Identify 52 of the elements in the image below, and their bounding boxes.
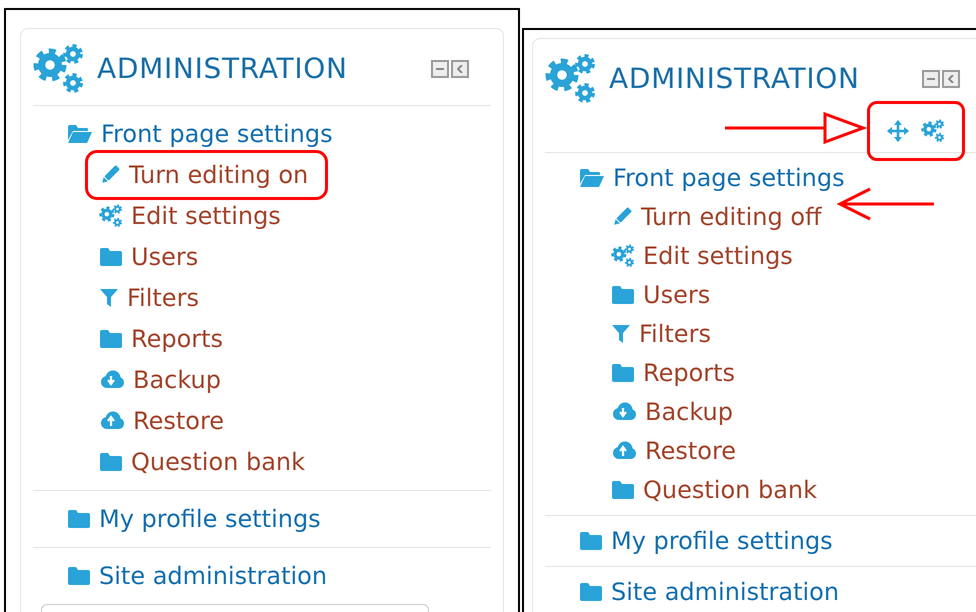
settings-link[interactable]: Filters (639, 316, 711, 352)
pencil-icon (611, 206, 633, 228)
section-link[interactable]: Site administration (99, 558, 328, 594)
filter-icon (99, 286, 119, 308)
block-title: ADMINISTRATION (97, 51, 348, 87)
dock-button[interactable] (451, 60, 469, 78)
settings-link[interactable]: Restore (645, 432, 736, 468)
settings-link[interactable]: Question bank (643, 472, 818, 508)
settings-link[interactable]: Users (643, 276, 710, 312)
gears-icon (611, 244, 635, 268)
cloud-upload-icon (99, 410, 125, 432)
folder-icon (611, 480, 635, 500)
left-caret-icon (457, 65, 463, 73)
minus-icon (436, 68, 444, 70)
filter-icon (611, 322, 631, 344)
settings-link[interactable]: Edit settings (131, 198, 281, 234)
settings-link[interactable]: Question bank (131, 444, 306, 480)
settings-link[interactable]: Turn editing off (641, 198, 822, 234)
pencil-icon (99, 164, 121, 186)
settings-link[interactable]: Users (131, 238, 198, 274)
gears-icon (33, 43, 85, 95)
gears-icon (99, 204, 123, 228)
settings-link[interactable]: Reports (131, 320, 224, 356)
settings-link[interactable]: Edit settings (643, 238, 793, 274)
minimize-button[interactable] (431, 60, 449, 78)
cloud-download-icon (611, 400, 637, 422)
minimize-button[interactable] (922, 70, 940, 88)
dock-button[interactable] (942, 70, 960, 88)
settings-link[interactable]: Restore (133, 402, 224, 438)
settings-link[interactable]: Backup (133, 362, 221, 398)
section-link[interactable]: Front page settings (613, 160, 845, 196)
left-caret-icon (948, 75, 954, 83)
folder-icon (99, 246, 123, 266)
section-link[interactable]: Front page settings (101, 116, 333, 152)
section-link[interactable]: Site administration (611, 574, 840, 610)
folder-icon (99, 328, 123, 348)
settings-link[interactable]: Backup (645, 394, 733, 430)
move-icon[interactable] (887, 120, 909, 142)
settings-link[interactable]: Turn editing on (129, 156, 308, 192)
gears-icon (545, 53, 597, 105)
minus-icon (926, 78, 935, 80)
section-link[interactable]: My profile settings (99, 501, 321, 537)
settings-link[interactable]: Filters (127, 280, 199, 316)
block-title: ADMINISTRATION (609, 61, 860, 97)
section-link[interactable]: My profile settings (611, 523, 833, 559)
gears-icon[interactable] (921, 119, 945, 143)
cloud-upload-icon (611, 440, 637, 462)
settings-link[interactable]: Reports (643, 354, 736, 390)
folder-icon (99, 452, 123, 472)
folder-icon (611, 284, 635, 304)
folder-icon (611, 362, 635, 382)
cloud-download-icon (99, 368, 125, 390)
